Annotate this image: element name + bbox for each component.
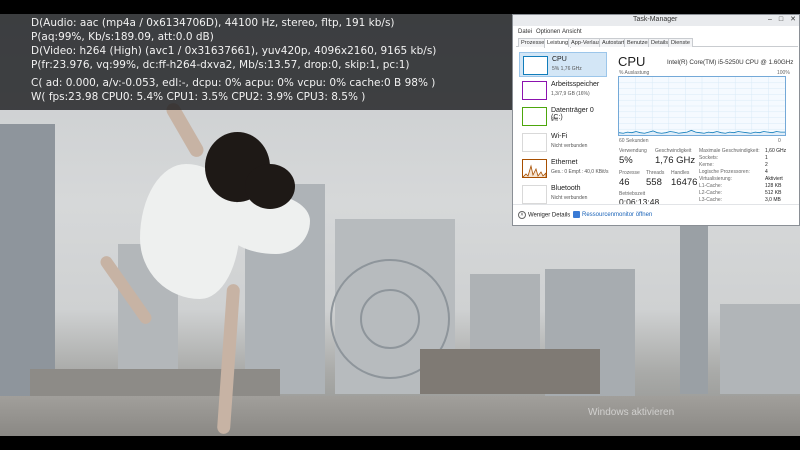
property-value: 2 <box>765 162 768 168</box>
resource-item-disk[interactable]: Datenträger 0 (C:) 0% <box>519 104 607 129</box>
tab-app-history[interactable]: App-Verlauf <box>568 38 604 47</box>
fewer-details-button[interactable]: ˄ Weniger Details <box>518 211 570 219</box>
cpu-usage-graph <box>618 76 786 136</box>
resource-name: Arbeitsspeicher <box>551 81 600 88</box>
menu-options[interactable]: Optionen <box>536 29 560 35</box>
ethernet-thumbnail <box>522 159 547 178</box>
property-key: L3-Cache: <box>699 197 723 203</box>
title-bar[interactable]: Task-Manager – □ ✕ <box>513 15 799 26</box>
property-key: L1-Cache: <box>699 183 723 189</box>
property-key: Maximale Geschwindigkeit: <box>699 148 760 154</box>
osd-video-decoder-line: D(Video: h264 (High) (avc1 / 0x31637661)… <box>31 45 437 57</box>
osd-cache-line: C( ad: 0.000, a/v:-0.053, edl:-, dcpu: 0… <box>31 77 436 89</box>
property-value: 512 KB <box>765 190 782 196</box>
menu-file[interactable]: Datei <box>518 29 532 35</box>
open-resource-monitor-link[interactable]: Ressourcenmonitor öffnen <box>573 211 652 218</box>
speed-label: Geschwindigkeit <box>655 148 692 154</box>
osd-audio-decoder-line: D(Audio: aac (mp4a / 0x6134706D), 44100 … <box>31 17 395 29</box>
usage-label: Verwendung <box>619 148 647 154</box>
usage-value: 5% <box>619 155 633 166</box>
resource-monitor-icon <box>573 211 580 218</box>
disk-thumbnail <box>522 107 547 126</box>
task-manager-window: Task-Manager – □ ✕ Datei Optionen Ansich… <box>512 14 800 226</box>
tab-bar: Prozesse Leistung App-Verlauf Autostart … <box>516 37 798 48</box>
cpu-heading: CPU <box>618 54 646 69</box>
chevron-up-icon: ˄ <box>518 211 526 219</box>
resource-value: 5% 1,76 GHz <box>552 66 582 72</box>
property-key: Virtualisierung: <box>699 176 732 182</box>
resource-value: Ges.: 0 Empf.: 40,0 KBit/s <box>551 169 609 175</box>
osd-video-playback-line: P(fr:23.976, vq:99%, dc:ff-h264-dxva2, M… <box>31 59 410 71</box>
threads-label: Threads <box>646 170 665 176</box>
property-key: Kerne: <box>699 162 714 168</box>
maximize-button[interactable]: □ <box>776 16 786 24</box>
window-title: Task-Manager <box>633 16 678 23</box>
property-key: Sockets: <box>699 155 719 161</box>
menu-view[interactable]: Ansicht <box>562 29 582 35</box>
resource-name: Wi-Fi <box>551 133 568 140</box>
cpu-model-name: Intel(R) Core(TM) i5-5250U CPU @ 1.60GHz <box>667 59 794 66</box>
footer-bar: ˄ Weniger Details Ressourcenmonitor öffne… <box>513 204 799 225</box>
player-stats-overlay: D(Audio: aac (mp4a / 0x6134706D), 44100 … <box>0 14 512 110</box>
property-key: L2-Cache: <box>699 190 723 196</box>
wifi-thumbnail <box>522 133 547 152</box>
close-button[interactable]: ✕ <box>788 16 798 24</box>
tab-processes[interactable]: Prozesse <box>518 38 548 47</box>
resource-monitor-label: Ressourcenmonitor öffnen <box>582 212 653 219</box>
resource-value: Nicht verbunden <box>551 195 588 201</box>
ethernet-sparkline <box>522 164 547 178</box>
windows-activation-watermark: Windows aktivieren <box>588 407 675 418</box>
cpu-thumbnail <box>523 56 548 75</box>
time-window-label: 60 Sekunden <box>619 138 649 144</box>
resource-item-wifi[interactable]: Wi-Fi Nicht verbunden <box>519 130 607 155</box>
handles-label: Handles <box>671 170 690 176</box>
speed-value: 1,76 GHz <box>655 155 696 166</box>
osd-audio-playback-line: P(aq:99%, Kb/s:189.09, att:0.0 dB) <box>31 31 214 43</box>
processes-label: Prozesse <box>619 170 640 176</box>
minimize-button[interactable]: – <box>765 16 775 24</box>
resource-value: Nicht verbunden <box>551 143 588 149</box>
menu-bar: Datei Optionen Ansicht <box>513 27 799 37</box>
property-value: 4 <box>765 169 768 175</box>
processes-value: 46 <box>619 177 630 188</box>
property-value: 1 <box>765 155 768 161</box>
resource-item-ethernet[interactable]: Ethernet Ges.: 0 Empf.: 40,0 KBit/s <box>519 156 609 181</box>
resource-name: Ethernet <box>551 159 578 166</box>
resource-value: 1,3/7,9 GB (16%) <box>551 91 590 97</box>
threads-value: 558 <box>646 177 662 188</box>
cpu-usage-graph-canvas <box>618 77 785 135</box>
property-key: Logische Prozessoren: <box>699 169 750 175</box>
property-value: Aktiviert <box>765 176 783 182</box>
resource-item-memory[interactable]: Arbeitsspeicher 1,3/7,9 GB (16%) <box>519 78 607 103</box>
tab-services[interactable]: Dienste <box>668 38 693 47</box>
graph-zero-label: 0 <box>778 138 781 144</box>
resource-name: Bluetooth <box>551 185 581 192</box>
memory-thumbnail <box>522 81 547 100</box>
osd-cpu-line: W( fps:23.98 CPU0: 5.4% CPU1: 3.5% CPU2:… <box>31 91 366 103</box>
property-value: 1,60 GHz <box>765 148 787 154</box>
property-value: 3,0 MB <box>765 197 781 203</box>
bluetooth-thumbnail <box>522 185 547 204</box>
property-value: 128 KB <box>765 183 782 189</box>
resource-name: Datenträger 0 (C:) <box>551 107 594 121</box>
resource-item-cpu[interactable]: CPU 5% 1,76 GHz <box>519 52 607 77</box>
fewer-details-label: Weniger Details <box>528 212 571 219</box>
resource-name: CPU <box>552 56 567 63</box>
resource-value: 0% <box>551 117 559 123</box>
handles-value: 16476 <box>671 177 698 188</box>
